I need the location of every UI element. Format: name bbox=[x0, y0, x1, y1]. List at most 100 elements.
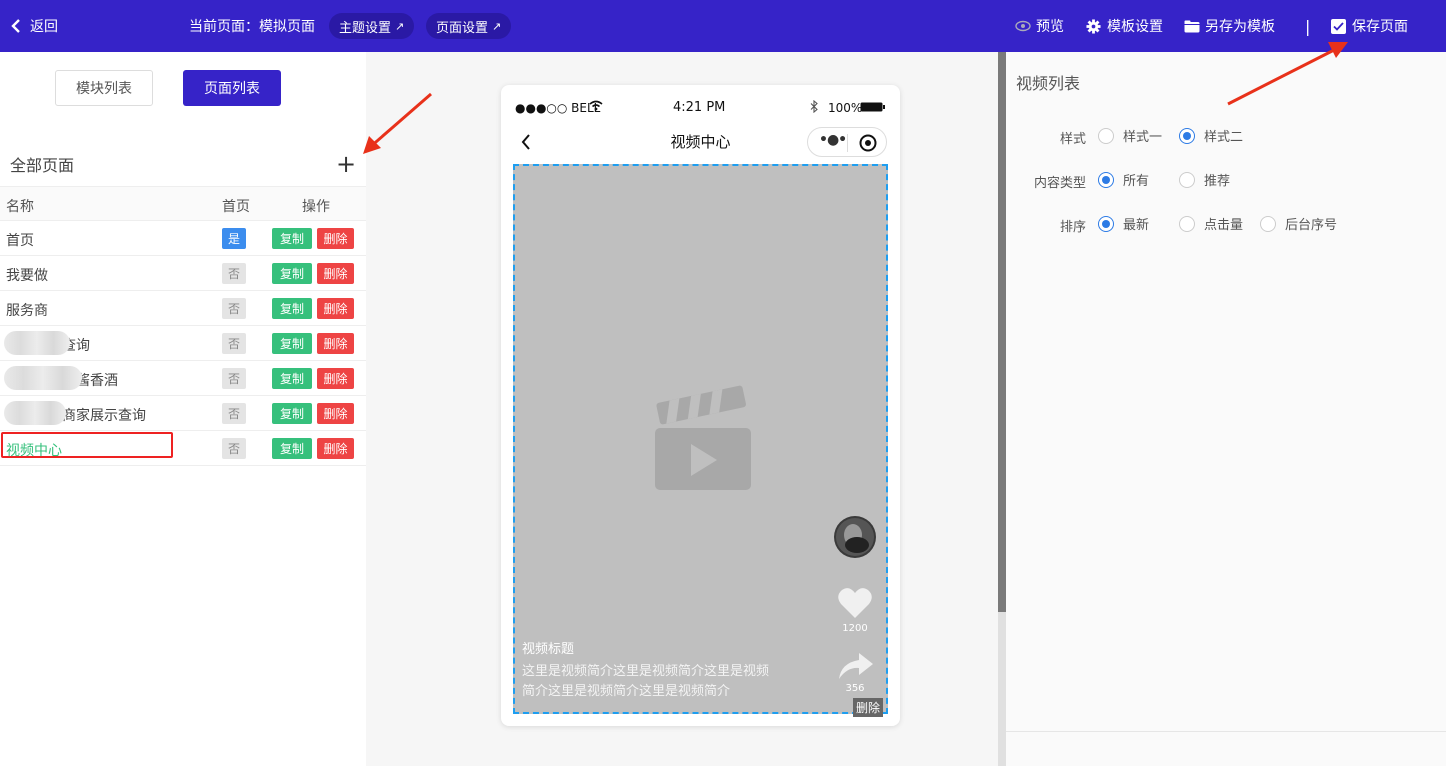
delete-button[interactable]: 删除 bbox=[317, 228, 354, 249]
author-avatar[interactable] bbox=[833, 515, 877, 559]
status-time: 4:21 PM bbox=[673, 100, 726, 115]
scrollbar[interactable] bbox=[998, 52, 1006, 766]
external-edit-icon: ↗ bbox=[395, 19, 405, 33]
checkbox-checked-icon bbox=[1331, 18, 1346, 34]
page-name[interactable]: 商家展示查询 bbox=[62, 405, 146, 425]
page-settings-label: 页面设置 bbox=[436, 20, 489, 36]
battery-icon bbox=[860, 102, 885, 112]
delete-button[interactable]: 删除 bbox=[317, 403, 354, 424]
radio-content-recommended[interactable]: 推荐 bbox=[1179, 170, 1230, 189]
save-page-label: 保存页面 bbox=[1352, 19, 1408, 35]
home-badge[interactable]: 否 bbox=[222, 403, 246, 424]
share-arrow-icon[interactable] bbox=[837, 651, 875, 681]
delete-button[interactable]: 删除 bbox=[317, 333, 354, 354]
theme-settings-button[interactable]: 主题设置 ↗ bbox=[329, 13, 415, 39]
delete-button[interactable]: 删除 bbox=[317, 298, 354, 319]
copy-button[interactable]: 复制 bbox=[272, 368, 312, 389]
copy-button[interactable]: 复制 bbox=[272, 333, 312, 354]
table-header: 名称 首页 操作 bbox=[0, 186, 366, 221]
phone-nav-bar: 视频中心 •●• bbox=[501, 125, 900, 159]
radio-sort-newest[interactable]: 最新 bbox=[1098, 214, 1149, 233]
wifi-icon bbox=[589, 100, 603, 111]
copy-button[interactable]: 复制 bbox=[272, 438, 312, 459]
back-button[interactable]: 返回 bbox=[10, 0, 58, 52]
panel-footer-divider bbox=[1006, 731, 1446, 732]
column-header-ops: 操作 bbox=[302, 199, 330, 215]
tab-module-list[interactable]: 模块列表 bbox=[55, 70, 153, 106]
delete-button[interactable]: 删除 bbox=[317, 438, 354, 459]
redacted-text bbox=[4, 401, 66, 425]
radio-label: 点击量 bbox=[1204, 218, 1244, 233]
more-dots-icon[interactable]: •●• bbox=[819, 132, 847, 148]
bluetooth-icon bbox=[810, 100, 818, 113]
eye-icon bbox=[1015, 20, 1031, 32]
add-page-button[interactable]: + bbox=[336, 152, 356, 176]
theme-settings-label: 主题设置 bbox=[339, 20, 392, 36]
annotation-arrow-icon bbox=[363, 92, 432, 154]
close-target-icon[interactable] bbox=[859, 134, 877, 152]
style-label: 样式 bbox=[1059, 132, 1086, 147]
page-name[interactable]: 我要做 bbox=[6, 265, 48, 285]
current-page-label: 当前页面：模拟页面 bbox=[189, 19, 315, 35]
left-panel: 模块列表 页面列表 全部页面 + 名称 首页 操作 首页 是 复制 删除 我要做… bbox=[0, 52, 366, 766]
radio-style-two[interactable]: 样式二 bbox=[1179, 126, 1243, 145]
module-delete-button[interactable]: 删除 bbox=[853, 698, 884, 717]
column-header-name: 名称 bbox=[6, 199, 34, 215]
page-name[interactable]: 首页 bbox=[6, 230, 34, 250]
video-description-line: 简介这里是视频简介这里是视频简介 bbox=[522, 684, 731, 699]
page-settings-button[interactable]: 页面设置 ↗ bbox=[426, 13, 512, 39]
copy-button[interactable]: 复制 bbox=[272, 403, 312, 424]
copy-button[interactable]: 复制 bbox=[272, 263, 312, 284]
radio-label: 最新 bbox=[1123, 218, 1150, 233]
radio-selected-icon bbox=[1098, 215, 1114, 232]
sort-label: 排序 bbox=[1059, 220, 1086, 235]
radio-sort-backend-order[interactable]: 后台序号 bbox=[1260, 214, 1337, 233]
radio-label: 推荐 bbox=[1204, 174, 1231, 189]
radio-content-all[interactable]: 所有 bbox=[1098, 170, 1149, 189]
home-badge[interactable]: 否 bbox=[222, 333, 246, 354]
home-badge[interactable]: 是 bbox=[222, 228, 246, 249]
capsule-divider bbox=[847, 134, 848, 152]
radio-selected-icon bbox=[1098, 171, 1114, 188]
radio-circle-icon bbox=[1179, 215, 1195, 232]
radio-style-one[interactable]: 样式一 bbox=[1098, 126, 1162, 145]
properties-panel: 视频列表 样式 样式一 样式二 内容类型 所有 推荐 排序 最新 点击量 后台序… bbox=[998, 52, 1446, 766]
redacted-text bbox=[4, 366, 82, 390]
back-label: 返回 bbox=[30, 19, 58, 35]
radio-circle-icon bbox=[1098, 127, 1114, 144]
content-type-field: 内容类型 所有 推荐 bbox=[998, 170, 1446, 191]
template-settings-button[interactable]: 模板设置 bbox=[1086, 0, 1163, 52]
home-badge[interactable]: 否 bbox=[222, 438, 246, 459]
sort-field: 排序 最新 点击量 后台序号 bbox=[998, 214, 1446, 235]
radio-label: 样式二 bbox=[1204, 130, 1244, 145]
heart-icon[interactable] bbox=[837, 587, 873, 619]
page-name[interactable]: 视频中心 bbox=[6, 440, 62, 460]
preview-label: 预览 bbox=[1036, 19, 1064, 35]
redacted-text bbox=[4, 331, 70, 355]
video-module[interactable]: 1200 356 视频标题 这里是视频简介这里是视频简介这里是视频 简介这里是视… bbox=[513, 164, 888, 717]
radio-circle-icon bbox=[1260, 215, 1276, 232]
radio-sort-clicks[interactable]: 点击量 bbox=[1179, 214, 1243, 233]
section-title: 全部页面 bbox=[10, 156, 75, 175]
save-as-template-label: 另存为模板 bbox=[1205, 19, 1275, 35]
template-settings-label: 模板设置 bbox=[1107, 19, 1163, 35]
preview-button[interactable]: 预览 bbox=[1015, 0, 1064, 52]
column-header-home: 首页 bbox=[222, 199, 250, 215]
delete-button[interactable]: 删除 bbox=[317, 263, 354, 284]
delete-button[interactable]: 删除 bbox=[317, 368, 354, 389]
video-clapper-icon bbox=[655, 385, 751, 490]
copy-button[interactable]: 复制 bbox=[272, 298, 312, 319]
copy-button[interactable]: 复制 bbox=[272, 228, 312, 249]
video-title: 视频标题 bbox=[522, 642, 575, 657]
tab-page-list[interactable]: 页面列表 bbox=[183, 70, 281, 106]
folder-icon bbox=[1184, 20, 1200, 32]
battery-percent: 100% bbox=[828, 101, 863, 115]
page-name[interactable]: 服务商 bbox=[6, 300, 48, 320]
style-field: 样式 样式一 样式二 bbox=[998, 126, 1446, 147]
home-badge[interactable]: 否 bbox=[222, 368, 246, 389]
table-row: 我要做 否 复制 删除 bbox=[0, 256, 366, 291]
external-edit-icon: ↗ bbox=[492, 19, 502, 33]
home-badge[interactable]: 否 bbox=[222, 298, 246, 319]
home-badge[interactable]: 否 bbox=[222, 263, 246, 284]
like-count: 1200 bbox=[842, 623, 868, 634]
